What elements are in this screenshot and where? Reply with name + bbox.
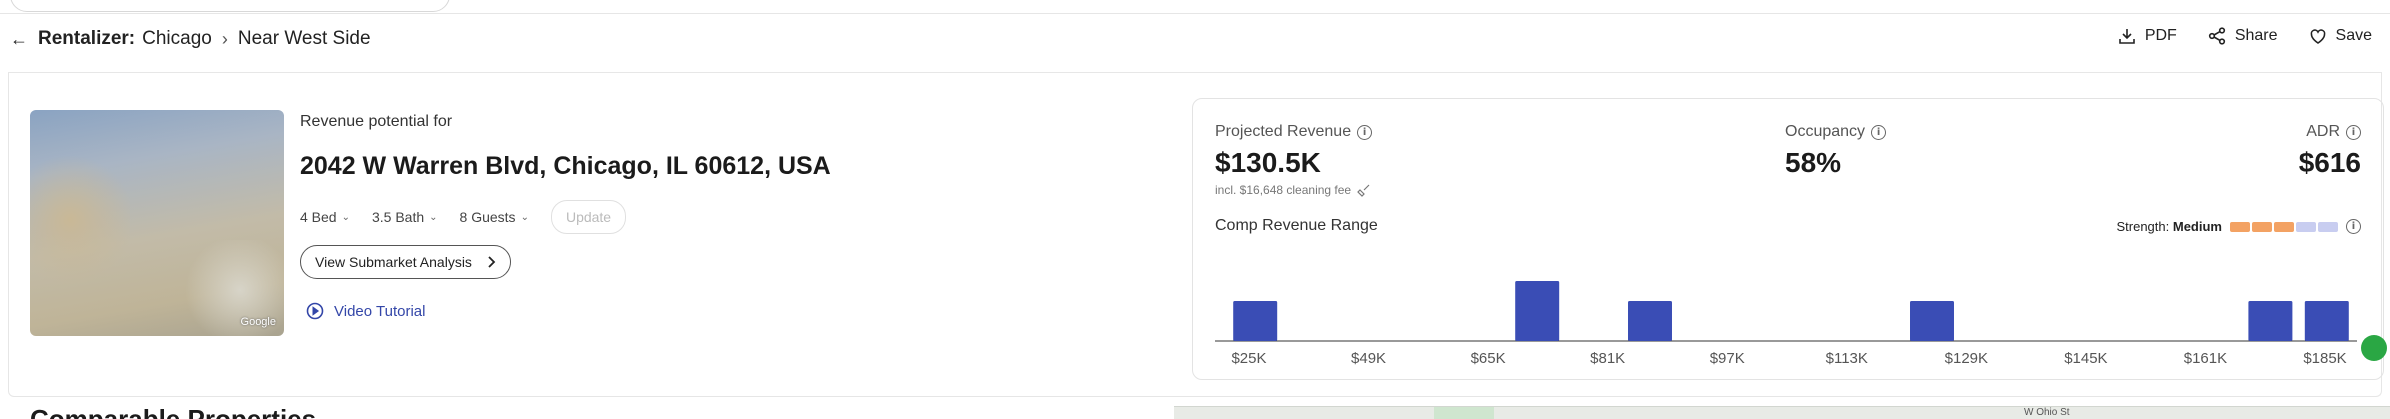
chart-tick-label: $161K [2184,350,2227,367]
help-chat-bubble[interactable] [2361,335,2387,361]
strength-bar [2230,221,2338,232]
breadcrumb: ← Rentalizer: Chicago › Near West Side [10,27,371,51]
top-strip [0,0,2390,14]
play-circle-icon [306,302,324,320]
breadcrumb-city[interactable]: Chicago [142,28,212,50]
video-tutorial-link[interactable]: Video Tutorial [306,302,425,320]
strength-label: Strength: [2116,219,2170,234]
strength-segment [2252,221,2272,232]
occupancy-label-row: Occupancy i [1785,123,1887,141]
header-actions: PDF Share Save [2117,26,2372,46]
occupancy-value: 58% [1785,147,1842,178]
projected-revenue-value: $130.5K [1215,147,1321,178]
photo-credit: Google [240,316,276,328]
pdf-label: PDF [2144,27,2177,44]
search-pill[interactable] [10,0,450,12]
strength-segment [2274,221,2294,232]
strength-text: Strength: Medium [2116,219,2222,234]
property-photo: Google [30,110,284,336]
adr-label-row: ADR i [2299,123,2361,141]
projected-revenue-label: Projected Revenue [1215,123,1352,140]
chart-tick-label: $185K [2303,350,2346,367]
baths-select[interactable]: 3.5 Bath ⌄ [372,209,438,225]
save-button[interactable]: Save [2308,26,2372,46]
projected-revenue-metric: Projected Revenue i $130.5K incl. $16,64… [1215,123,1373,197]
chevron-right-icon: › [221,28,228,49]
chart-tick-label: $25K [1231,350,1266,367]
strength-segment [2296,221,2316,232]
comp-range-title: Comp Revenue Range [1215,217,1378,234]
adr-metric: ADR i $616 [2299,123,2361,179]
cleaning-fee-row: incl. $16,648 cleaning fee [1215,183,1372,197]
chart-tick-label: $81K [1590,350,1625,367]
comp-revenue-chart: $25K $49K $65K $81K $97K $113K $129K $145K $161K… [1215,281,2357,367]
revenue-potential-label: Revenue potential for [300,113,452,131]
share-button[interactable]: Share [2207,26,2278,46]
guests-select[interactable]: 8 Guests ⌄ [460,209,529,225]
map-street-label: W Ohio St [2024,407,2070,418]
update-button[interactable]: Update [550,200,627,234]
beds-select[interactable]: 4 Bed ⌄ [300,209,350,225]
chart-bar[interactable] [1233,301,1278,341]
projected-revenue-label-row: Projected Revenue i [1215,123,1373,141]
chart-tick-label: $113K [1826,350,1868,367]
info-icon[interactable]: i [2346,124,2361,140]
info-icon[interactable]: i [1871,124,1887,140]
chevron-down-icon: ⌄ [341,211,350,223]
breadcrumb-root[interactable]: Rentalizer: [38,28,135,50]
map-park [1434,407,1494,419]
comparable-properties-title: Comparable Properties [30,404,317,419]
chart-tick-label: $145K [2064,350,2107,367]
chart-bar[interactable] [1515,281,1560,341]
download-icon [2119,29,2135,44]
view-submarket-button[interactable]: View Submarket Analysis [300,245,511,279]
chart-tick-label: $129K [1945,350,1988,367]
chart-bar[interactable] [2248,301,2293,341]
occupancy-label: Occupancy [1785,123,1866,140]
map-preview[interactable]: W Ohio St [1174,406,2390,419]
chart-tick-label: $65K [1471,350,1506,367]
cleaning-fee-note: incl. $16,648 cleaning fee [1215,183,1352,197]
chart-bar[interactable] [1628,301,1672,341]
submarket-label: View Submarket Analysis [315,254,472,270]
chevron-down-icon: ⌄ [429,211,438,223]
occupancy-metric: Occupancy i 58% [1785,123,1887,179]
chart-tick-label: $97K [1710,350,1745,367]
adr-value: $616 [2298,147,2361,178]
chart-bar[interactable] [2304,301,2349,341]
chart-bar[interactable] [1910,301,1954,341]
chevron-down-icon: ⌄ [520,211,529,223]
revenue-label: Revenue potential for [300,113,453,130]
strength-indicator: Strength: Medium i [2116,219,2361,234]
strength-segment [2230,221,2250,232]
baths-value: 3.5 Bath [371,209,425,225]
chart-tick-label: $49K [1351,350,1386,367]
share-icon [2208,27,2225,45]
info-icon[interactable]: i [1357,124,1373,140]
share-label: Share [2234,27,2278,44]
strength-value: Medium [2172,219,2222,234]
video-label: Video Tutorial [334,302,426,320]
pdf-button[interactable]: PDF [2117,26,2177,46]
broom-icon [1357,184,1370,197]
beds-value: 4 Bed [300,209,337,225]
chevron-right-icon [488,256,496,268]
guests-value: 8 Guests [459,209,516,225]
save-label: Save [2335,27,2372,44]
heart-icon [2310,29,2325,44]
photo-blur-left [30,150,130,290]
info-icon[interactable]: i [2346,219,2361,234]
breadcrumb-neighborhood: Near West Side [237,28,371,49]
arrow-left-icon[interactable]: ← [10,29,28,50]
metrics-panel: Projected Revenue i $130.5K incl. $16,64… [1192,98,2387,380]
property-address: 2042 W Warren Blvd, Chicago, IL 60612, U… [300,152,831,180]
adr-label: ADR [2306,123,2340,140]
strength-segment [2318,221,2338,232]
property-specs: 4 Bed ⌄ 3.5 Bath ⌄ 8 Guests ⌄ Update [300,200,627,234]
